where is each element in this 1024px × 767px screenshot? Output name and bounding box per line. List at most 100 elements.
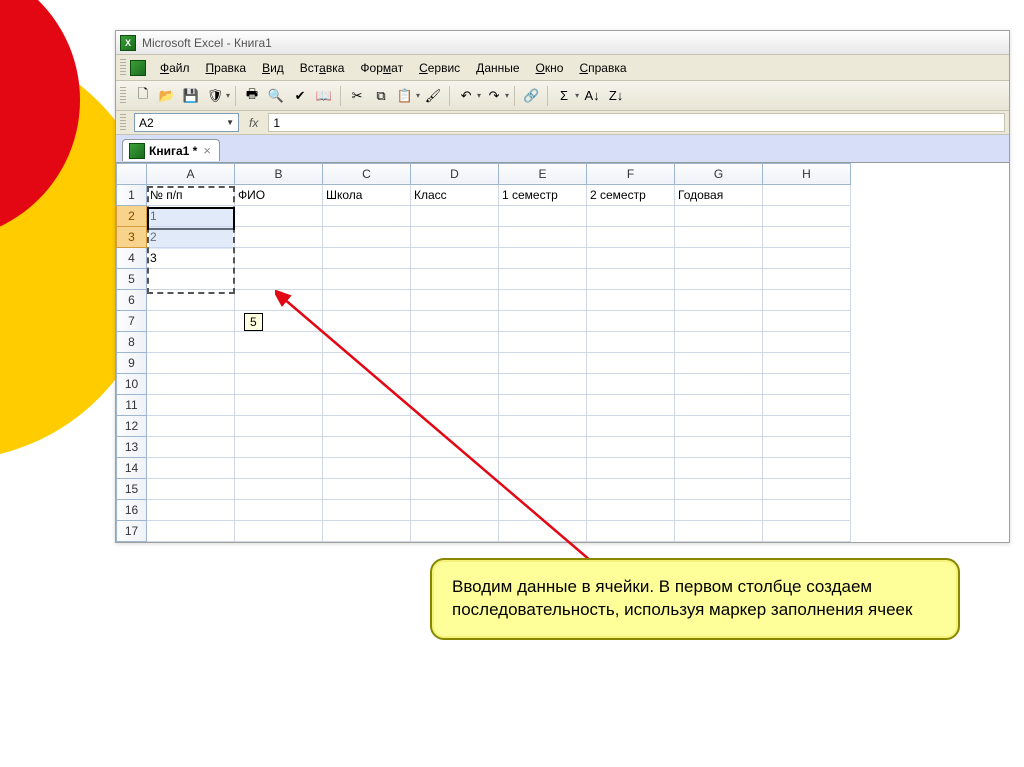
row-header[interactable]: 16 [117,499,147,520]
cell[interactable] [323,415,411,436]
sort-asc-icon[interactable]: A↓ [581,85,603,107]
cell[interactable] [499,205,587,226]
cell[interactable] [499,247,587,268]
cell[interactable] [411,247,499,268]
cell[interactable] [763,394,851,415]
cell[interactable] [411,268,499,289]
cell[interactable] [323,268,411,289]
cell[interactable] [147,436,235,457]
print-icon[interactable]: 🖶 [241,85,263,107]
cell[interactable] [499,289,587,310]
name-box[interactable]: A2 ▼ [134,113,239,132]
cell[interactable] [323,247,411,268]
cell[interactable] [235,478,323,499]
cell[interactable] [323,289,411,310]
column-header[interactable]: E [499,163,587,184]
cell[interactable] [235,520,323,541]
column-header[interactable]: G [675,163,763,184]
row-header[interactable]: 8 [117,331,147,352]
menu-file[interactable]: Файл [152,58,198,78]
cell[interactable] [235,226,323,247]
format-painter-icon[interactable]: 🖌 [422,85,444,107]
cell[interactable] [323,205,411,226]
menu-tools[interactable]: Сервис [411,58,468,78]
cell[interactable] [235,247,323,268]
cell[interactable] [587,310,675,331]
cell[interactable] [763,268,851,289]
row-header[interactable]: 12 [117,415,147,436]
cell[interactable] [587,478,675,499]
cell[interactable] [323,478,411,499]
cell[interactable] [411,436,499,457]
cell[interactable] [147,289,235,310]
cell[interactable] [499,457,587,478]
permissions-icon[interactable]: 🛡 [204,85,226,107]
cell[interactable] [323,457,411,478]
cell[interactable] [675,499,763,520]
cell[interactable] [235,331,323,352]
cell[interactable] [147,478,235,499]
cell[interactable] [147,457,235,478]
cell[interactable]: Класс [411,184,499,205]
menu-format[interactable]: Формат [352,58,411,78]
cell[interactable] [675,373,763,394]
cell[interactable] [499,436,587,457]
cell[interactable] [763,184,851,205]
cell[interactable]: 3 [147,247,235,268]
cell[interactable] [411,457,499,478]
cell[interactable] [411,394,499,415]
hyperlink-icon[interactable]: 🔗 [520,85,542,107]
workbook-tab[interactable]: Книга1 * × [122,139,220,161]
cell[interactable] [675,415,763,436]
cell[interactable] [675,247,763,268]
cell[interactable] [323,373,411,394]
cell[interactable] [235,457,323,478]
new-doc-icon[interactable]: 🗋 [132,85,154,107]
cell[interactable] [323,226,411,247]
cell[interactable] [411,478,499,499]
toolbar-grip-icon[interactable] [120,114,126,132]
row-header[interactable]: 4 [117,247,147,268]
cell[interactable] [587,331,675,352]
cell[interactable] [587,205,675,226]
fx-label[interactable]: fx [243,116,264,130]
cell[interactable] [323,352,411,373]
cell[interactable] [763,457,851,478]
row-header[interactable]: 9 [117,352,147,373]
column-header[interactable]: F [587,163,675,184]
column-header[interactable]: H [763,163,851,184]
cell[interactable] [763,478,851,499]
cell[interactable] [235,268,323,289]
redo-icon[interactable]: ↷ [483,85,505,107]
row-header[interactable]: 1 [117,184,147,205]
paste-icon[interactable]: 📋 [394,85,416,107]
chevron-down-icon[interactable]: ▾ [226,91,230,100]
cell[interactable] [587,499,675,520]
cell[interactable] [499,226,587,247]
cell[interactable] [675,478,763,499]
cell[interactable] [675,520,763,541]
cell[interactable] [763,352,851,373]
cell[interactable] [147,268,235,289]
cell[interactable] [763,310,851,331]
menu-edit[interactable]: Правка [198,58,255,78]
cell[interactable] [675,394,763,415]
cell[interactable] [235,352,323,373]
cell[interactable]: 2 [147,226,235,247]
cut-icon[interactable]: ✂ [346,85,368,107]
cell[interactable] [675,457,763,478]
cell[interactable] [587,352,675,373]
row-header[interactable]: 14 [117,457,147,478]
cell[interactable] [235,436,323,457]
chevron-down-icon[interactable]: ▼ [226,118,234,127]
cell[interactable] [235,394,323,415]
print-preview-icon[interactable]: 🔍 [265,85,287,107]
open-icon[interactable]: 📂 [156,85,178,107]
column-header[interactable]: B [235,163,323,184]
cell[interactable] [675,226,763,247]
cell[interactable] [587,247,675,268]
cell[interactable] [499,310,587,331]
toolbar-grip-icon[interactable] [120,87,126,105]
cell[interactable] [587,226,675,247]
undo-icon[interactable]: ↶ [455,85,477,107]
